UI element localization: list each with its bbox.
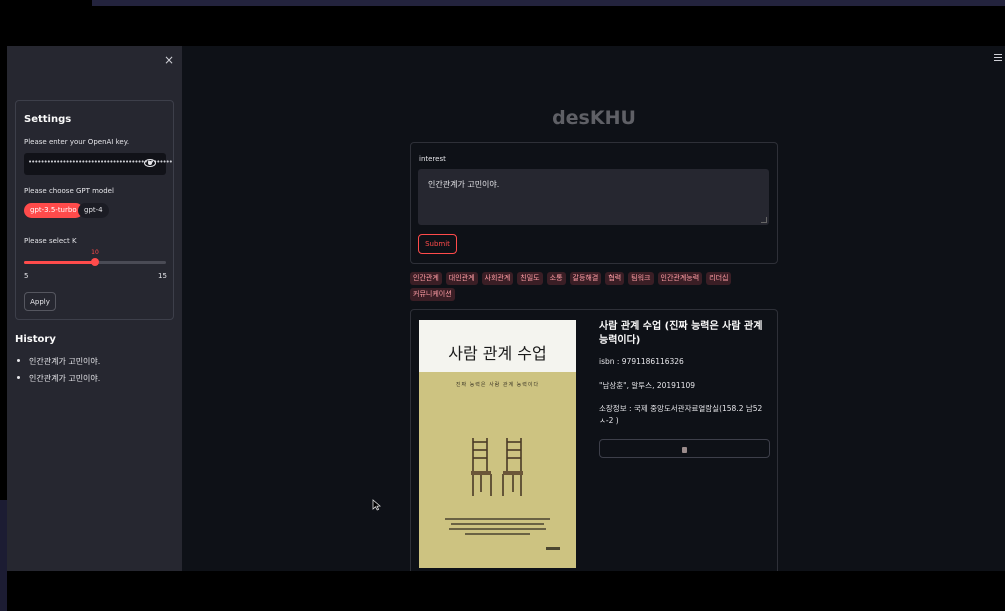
- interest-value: 인간관계가 고민이야.: [428, 180, 500, 189]
- close-icon[interactable]: ×: [164, 53, 174, 67]
- book-location: 소장정보 : 국제 중앙도서관자료열람실(158.2 남52 ㅅ-2 ): [599, 404, 763, 425]
- keyword-tag: 친밀도: [517, 272, 543, 285]
- settings-title: Settings: [24, 114, 72, 125]
- keyword-tag: 대인관계: [445, 272, 478, 285]
- sidebar: × Settings Please enter your OpenAI key.…: [7, 46, 182, 571]
- mouse-pointer-icon: [372, 499, 381, 511]
- resize-handle-icon[interactable]: [761, 217, 767, 223]
- keyword-tag: 갈등해결: [569, 272, 602, 285]
- keyword-tag: 인간관계: [410, 272, 442, 285]
- k-slider-value: 10: [91, 249, 99, 256]
- k-slider-min: 5: [24, 272, 29, 280]
- cover-subtitle: 진짜 능력은 사람 관계 능력이다: [455, 382, 540, 388]
- interest-form: interest 인간관계가 고민이야. Submit: [410, 142, 778, 264]
- keyword-tag: 리더십: [706, 272, 732, 285]
- cover-title: 사람 관계 수업: [448, 344, 547, 363]
- cover-blurb: [441, 516, 554, 538]
- history-list: 인간관계가 고민이야. 인간관계가 고민이야.: [17, 356, 100, 390]
- book-isbn: isbn : 9791186116326: [599, 357, 684, 366]
- book-cover-image: 사람 관계 수업 진짜 능력은 사람 관계 능력이다: [419, 320, 576, 568]
- eye-icon[interactable]: [144, 159, 156, 167]
- book-author: "남상훈", 알투스, 20191109: [599, 381, 696, 390]
- keyword-tags: 인간관계 대인관계 사회관계 친밀도 소통 갈등해결 협력 팀워크 인간관계능력…: [410, 272, 780, 304]
- page-title: desKHU: [552, 107, 636, 129]
- book-icon: [682, 447, 687, 453]
- submit-button[interactable]: Submit: [418, 234, 457, 254]
- keyword-tag: 팀워크: [628, 272, 654, 285]
- k-slider-fill: [24, 261, 95, 264]
- api-key-label: Please enter your OpenAI key.: [24, 138, 130, 146]
- history-title: History: [15, 334, 56, 345]
- settings-form: Settings Please enter your OpenAI key. •…: [15, 100, 174, 320]
- publisher-logo-icon: [546, 547, 560, 550]
- model-option-gpt-4[interactable]: gpt-4: [78, 203, 109, 218]
- chairs-illustration-icon: [471, 438, 523, 496]
- streamlit-app: × Settings Please enter your OpenAI key.…: [7, 46, 1005, 571]
- keyword-tag: 사회관계: [481, 272, 514, 285]
- keyword-tag: 협력: [605, 272, 625, 285]
- k-slider[interactable]: [24, 258, 166, 266]
- book-result-card: 사람 관계 수업 진짜 능력은 사람 관계 능력이다 사람 관계 수업 (진짜 …: [410, 309, 778, 571]
- apply-button[interactable]: Apply: [24, 292, 56, 311]
- interest-label: interest: [419, 155, 446, 163]
- detail-button[interactable]: [599, 439, 770, 458]
- model-option-gpt-3-5-turbo[interactable]: gpt-3.5-turbo: [24, 203, 83, 218]
- k-slider-max: 15: [158, 272, 167, 280]
- window-side-stripe: [0, 500, 7, 611]
- api-key-input[interactable]: ••••••••••••••••••••••••••••••••••••••••…: [24, 153, 173, 175]
- book-title: 사람 관계 수업 (진짜 능력은 사람 관계 능력이다): [599, 321, 763, 346]
- keyword-tag: 커뮤니케이션: [410, 288, 455, 301]
- keyword-tag: 인간관계능력: [657, 272, 703, 285]
- window-top-stripe: [92, 0, 1005, 6]
- keyword-tag: 소통: [546, 272, 566, 285]
- model-label: Please choose GPT model: [24, 187, 114, 195]
- history-item: 인간관계가 고민이야.: [17, 356, 100, 373]
- k-label: Please select K: [24, 237, 77, 245]
- history-item: 인간관계가 고민이야.: [17, 373, 100, 390]
- hamburger-menu-icon[interactable]: [994, 54, 1002, 63]
- interest-textarea[interactable]: 인간관계가 고민이야.: [418, 169, 769, 225]
- k-slider-thumb[interactable]: [91, 258, 99, 266]
